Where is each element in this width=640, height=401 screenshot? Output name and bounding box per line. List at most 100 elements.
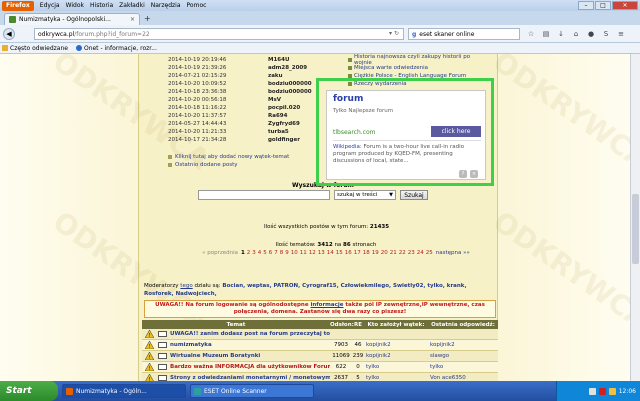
page-link[interactable]: 12 bbox=[309, 250, 316, 256]
page-link[interactable]: 19 bbox=[372, 250, 379, 256]
page-link[interactable]: 21 bbox=[390, 250, 397, 256]
topic-author[interactable]: kopijnik2 bbox=[364, 342, 428, 348]
url-bar[interactable]: odkrywca.pl/forum.php?id_forum=22 ▾ ↻ bbox=[34, 28, 404, 40]
page-link[interactable]: 24 bbox=[417, 250, 424, 256]
pagination-next[interactable]: następna »» bbox=[436, 250, 470, 256]
popup-click-button[interactable]: click here bbox=[431, 126, 481, 137]
topic-title[interactable]: numizmatyka bbox=[168, 342, 330, 348]
tab-numizmatyka[interactable]: Numizmatyka - Ogólnopolski... × bbox=[4, 13, 140, 25]
volume-icon[interactable] bbox=[608, 387, 616, 395]
addon-icon[interactable]: ● bbox=[586, 28, 596, 39]
popup-help-icon[interactable]: ? bbox=[459, 170, 467, 178]
menu-pomoc[interactable]: Pomoc bbox=[187, 2, 207, 9]
menu-narzedzia[interactable]: Narzędzia bbox=[151, 2, 181, 9]
new-tab-button[interactable]: + bbox=[144, 15, 154, 24]
scrollbar-thumb[interactable] bbox=[632, 194, 639, 264]
latest-posts-link[interactable]: Ostatnio dodane posty bbox=[168, 162, 237, 168]
list-item[interactable]: 2014-10-19 21:39:26 adm28_2009 bbox=[168, 64, 358, 72]
topics-count: Ilość tematów: 3412 na 86 stronach bbox=[275, 242, 377, 248]
page-link[interactable]: 10 bbox=[291, 250, 298, 256]
moderator-names[interactable]: Bocian, weptas, PATRON, Cyrograf15, Czło… bbox=[144, 283, 467, 297]
table-row[interactable]: ! UWAGA!! zanim dodasz post na forum prze… bbox=[142, 329, 498, 340]
firefox-menu-button[interactable]: Firefox bbox=[2, 0, 34, 11]
page-link[interactable]: 7 bbox=[274, 250, 278, 256]
new-topic-link[interactable]: Kliknij tutaj aby dodać nowy wątek-temat bbox=[168, 154, 289, 160]
bookmark-label: Często odwiedzane bbox=[10, 44, 68, 52]
task-firefox[interactable]: Numizmatyka - Ogóln... bbox=[62, 384, 186, 398]
table-row[interactable]: ! Bardzo ważna INFORMACJA dla użytkownikó… bbox=[142, 362, 498, 373]
popup-link[interactable]: tlbsearch.com bbox=[333, 129, 375, 136]
page-link[interactable]: 5 bbox=[263, 250, 267, 256]
page-link[interactable]: 14 bbox=[327, 250, 334, 256]
menu-historia[interactable]: Historia bbox=[90, 2, 113, 9]
page-link[interactable]: 20 bbox=[381, 250, 388, 256]
svg-text:!: ! bbox=[148, 366, 150, 371]
topic-title[interactable]: Bardzo ważna INFORMACJA dla użytkowników… bbox=[168, 364, 330, 370]
network-icon[interactable] bbox=[588, 387, 596, 395]
menu-icon[interactable]: ≡ bbox=[616, 28, 626, 39]
skype-icon[interactable]: S bbox=[601, 28, 611, 39]
page-link[interactable]: 22 bbox=[399, 250, 406, 256]
menu-widok[interactable]: Widok bbox=[66, 2, 84, 9]
last-reply[interactable]: kopijnik2 bbox=[428, 342, 498, 348]
topic-title[interactable]: Wirtualne Muzeum Boratynki bbox=[168, 353, 330, 359]
task-eset[interactable]: ESET Online Scanner bbox=[190, 384, 314, 398]
bullet-icon bbox=[348, 66, 352, 70]
tab-close-icon[interactable]: × bbox=[130, 16, 135, 23]
antivirus-icon[interactable] bbox=[598, 387, 606, 395]
envelope-icon bbox=[156, 364, 168, 370]
bookmark-onet[interactable]: Onet - informacje, rozr... bbox=[75, 45, 157, 52]
table-row[interactable]: ! Strony z odwiedzaniami monetarnymi / mo… bbox=[142, 373, 498, 381]
page-link[interactable]: 1 bbox=[241, 250, 245, 256]
page-link[interactable]: 4 bbox=[258, 250, 262, 256]
search-scope-select[interactable]: szukaj w treści ▼ bbox=[334, 190, 396, 200]
close-window-button[interactable]: ✕ bbox=[612, 1, 638, 10]
table-row[interactable]: ! Wirtualne Muzeum Boratynki 11069 239 kopij… bbox=[142, 351, 498, 362]
clock[interactable]: 12:06 bbox=[619, 388, 636, 395]
moderators-line: Moderatorzy tego działu są: Bocian, wept… bbox=[144, 283, 467, 297]
download-icon[interactable]: ↓ bbox=[556, 28, 566, 39]
folder-icon bbox=[2, 45, 8, 51]
page-link[interactable]: 9 bbox=[285, 250, 289, 256]
popup-title[interactable]: forum bbox=[333, 94, 363, 104]
bookmark-star-icon[interactable]: ☆ bbox=[526, 28, 536, 39]
list-item[interactable]: 2014-10-19 20:19:46 M164U bbox=[168, 56, 358, 64]
warning-info-link[interactable]: informacje bbox=[310, 302, 343, 308]
topic-title[interactable]: UWAGA!! zanim dodasz post na forum przec… bbox=[168, 331, 330, 337]
bookmarks-menu-icon[interactable]: ▤ bbox=[541, 28, 551, 39]
forum-search-input[interactable] bbox=[198, 190, 330, 200]
bookmark-czesto-odwiedzane[interactable]: Często odwiedzane bbox=[2, 45, 68, 52]
topic-author[interactable]: kopijnik2 bbox=[364, 353, 428, 359]
search-button[interactable]: Szukaj bbox=[400, 190, 428, 200]
topic-link[interactable]: Historia najnowsza czyli zakupy historii… bbox=[348, 54, 488, 66]
popup-close-icon[interactable]: × bbox=[470, 170, 478, 178]
page-link[interactable]: 16 bbox=[345, 250, 352, 256]
table-row[interactable]: ! numizmatyka 7903 46 kopijnik2 kopijnik2 bbox=[142, 340, 498, 351]
menu-edycja[interactable]: Edycja bbox=[40, 2, 60, 9]
page-link[interactable]: 8 bbox=[280, 250, 284, 256]
last-reply[interactable]: tylko bbox=[428, 364, 498, 370]
last-reply[interactable]: slawgo bbox=[428, 353, 498, 359]
page-link[interactable]: 17 bbox=[354, 250, 361, 256]
start-button[interactable]: Start bbox=[0, 381, 58, 401]
page-scrollbar[interactable] bbox=[630, 54, 640, 381]
page-link[interactable]: 25 bbox=[426, 250, 433, 256]
reload-icon[interactable]: ▾ ↻ bbox=[389, 30, 399, 37]
page-link[interactable]: 18 bbox=[363, 250, 370, 256]
page-link[interactable]: 11 bbox=[300, 250, 307, 256]
page-link[interactable]: 23 bbox=[408, 250, 415, 256]
home-icon[interactable]: ⌂ bbox=[571, 28, 581, 39]
page-link[interactable]: 13 bbox=[318, 250, 325, 256]
search-bar[interactable]: g eset skaner online bbox=[408, 28, 520, 40]
pagination-prev[interactable]: « poprzednia bbox=[202, 250, 238, 256]
maximize-button[interactable]: □ bbox=[595, 1, 611, 10]
page-link[interactable]: 6 bbox=[269, 250, 273, 256]
page-link[interactable]: 2 bbox=[247, 250, 251, 256]
minimize-button[interactable]: – bbox=[578, 1, 594, 10]
menu-zakladki[interactable]: Zakładki bbox=[119, 2, 145, 9]
back-button[interactable]: ◀ bbox=[3, 27, 15, 40]
page-link[interactable]: 15 bbox=[336, 250, 343, 256]
topic-author[interactable]: tylko bbox=[364, 364, 428, 370]
page-link[interactable]: 3 bbox=[252, 250, 256, 256]
moderators-link[interactable]: tego bbox=[180, 283, 192, 289]
